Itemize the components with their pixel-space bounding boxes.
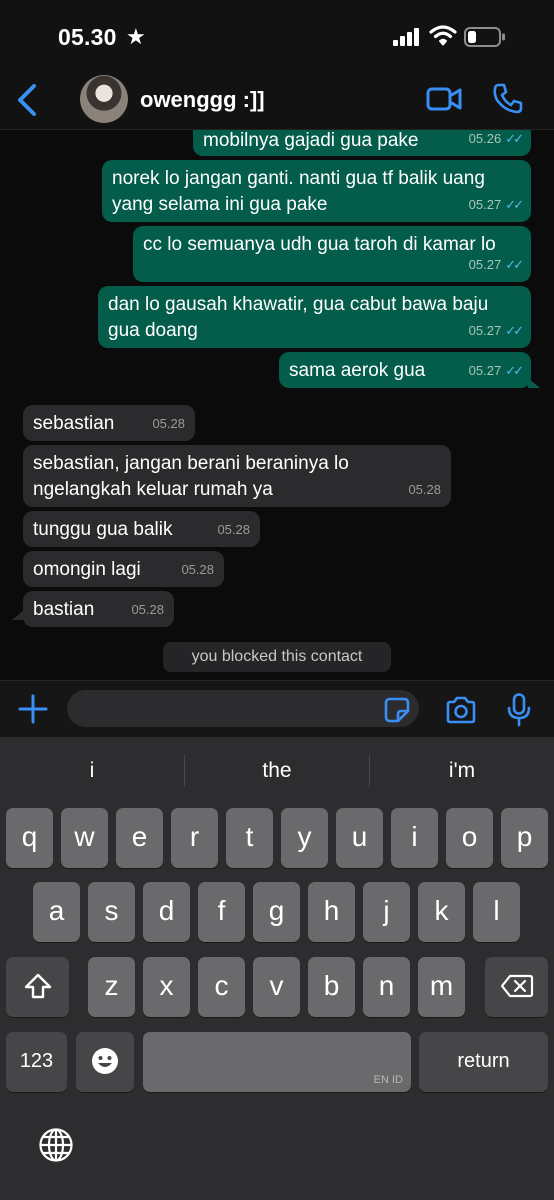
key-c[interactable]: c [198, 957, 245, 1017]
key-a[interactable]: a [33, 882, 80, 942]
message-bubble-outgoing[interactable]: dan lo gausah khawatir, gua cabut bawa b… [98, 286, 531, 348]
key-z[interactable]: z [88, 957, 135, 1017]
keyboard: i the i'm q w e r t y u i o p a s d f g … [0, 737, 554, 1200]
key-b[interactable]: b [308, 957, 355, 1017]
read-receipt-icon: ✓✓ [505, 323, 524, 338]
shift-icon [24, 973, 51, 998]
message-meta: 05.26 ✓✓ [468, 131, 524, 146]
globe-icon[interactable] [38, 1127, 74, 1163]
key-d[interactable]: d [143, 882, 190, 942]
suggestion-2[interactable]: the [185, 753, 369, 789]
backspace-icon [500, 974, 533, 997]
key-i[interactable]: i [391, 808, 438, 868]
message-meta: 05.28 [408, 482, 441, 497]
message-text: sebastian, jangan berani beraninya lo ng… [33, 453, 349, 500]
wifi-icon [429, 25, 457, 46]
read-receipt-icon: ✓✓ [505, 257, 524, 272]
key-o[interactable]: o [446, 808, 493, 868]
key-h[interactable]: h [308, 882, 355, 942]
message-meta: 05.28 [217, 522, 250, 537]
key-n[interactable]: n [363, 957, 410, 1017]
video-call-button[interactable] [426, 84, 462, 114]
message-bubble-incoming[interactable]: bastian 05.28 [23, 591, 174, 627]
back-button[interactable] [12, 80, 44, 120]
blocked-contact-notice[interactable]: you blocked this contact [163, 642, 391, 672]
key-t[interactable]: t [226, 808, 273, 868]
message-bubble-outgoing[interactable]: cc lo semuanya udh gua taroh di kamar lo… [133, 226, 531, 282]
key-p[interactable]: p [501, 808, 548, 868]
suggestion-3[interactable]: i'm [370, 753, 554, 789]
battery-icon [464, 27, 505, 47]
space-key[interactable]: EN ID [143, 1032, 411, 1092]
message-bubble-incoming[interactable]: sebastian, jangan berani beraninya lo ng… [23, 445, 451, 507]
composer-bar [0, 680, 554, 737]
key-w[interactable]: w [61, 808, 108, 868]
contact-name[interactable]: owenggg :]] [140, 87, 265, 113]
key-y[interactable]: y [281, 808, 328, 868]
message-text: cc lo semuanya udh gua taroh di kamar lo [143, 234, 496, 255]
microphone-button[interactable] [506, 693, 532, 727]
return-key[interactable]: return [419, 1032, 548, 1092]
key-u[interactable]: u [336, 808, 383, 868]
read-receipt-icon: ✓✓ [505, 131, 524, 146]
chat-header: owenggg :]] [0, 74, 554, 130]
key-k[interactable]: k [418, 882, 465, 942]
read-receipt-icon: ✓✓ [505, 197, 524, 212]
suggestion-1[interactable]: i [0, 753, 184, 789]
sticker-button[interactable] [384, 697, 410, 723]
message-bubble-incoming[interactable]: tunggu gua balik 05.28 [23, 511, 260, 547]
bubble-tail [528, 378, 540, 388]
message-meta: 05.27 ✓✓ [468, 257, 524, 272]
message-meta: 05.28 [181, 562, 214, 577]
message-meta: 05.27 ✓✓ [468, 197, 524, 212]
avatar[interactable] [80, 75, 128, 123]
message-input[interactable] [67, 690, 419, 727]
message-meta: 05.27 ✓✓ [468, 363, 524, 378]
message-meta: 05.27 ✓✓ [468, 323, 524, 338]
voice-call-button[interactable] [492, 82, 524, 114]
message-meta: 05.28 [152, 416, 185, 431]
key-j[interactable]: j [363, 882, 410, 942]
key-s[interactable]: s [88, 882, 135, 942]
key-l[interactable]: l [473, 882, 520, 942]
status-bar: 05.30 ★ [0, 0, 554, 74]
message-bubble-outgoing[interactable]: norek lo jangan ganti. nanti gua tf bali… [102, 160, 531, 222]
shift-key[interactable] [6, 957, 69, 1017]
key-r[interactable]: r [171, 808, 218, 868]
bubble-tail [12, 610, 24, 620]
message-bubble-incoming[interactable]: sebastian 05.28 [23, 405, 195, 441]
key-m[interactable]: m [418, 957, 465, 1017]
key-v[interactable]: v [253, 957, 300, 1017]
message-bubble-incoming[interactable]: omongin lagi 05.28 [23, 551, 224, 587]
status-time: 05.30 [58, 24, 117, 50]
star-icon: ★ [126, 24, 146, 49]
read-receipt-icon: ✓✓ [505, 363, 524, 378]
message-text: norek lo jangan ganti. nanti gua tf bali… [112, 168, 485, 215]
key-e[interactable]: e [116, 808, 163, 868]
camera-button[interactable] [445, 696, 477, 724]
emoji-key[interactable] [76, 1032, 134, 1092]
key-x[interactable]: x [143, 957, 190, 1017]
cellular-signal-icon [393, 28, 419, 46]
message-meta: 05.28 [131, 602, 164, 617]
emoji-icon [92, 1047, 118, 1074]
key-g[interactable]: g [253, 882, 300, 942]
language-indicator: EN ID [373, 1074, 403, 1086]
attach-plus-button[interactable] [18, 694, 48, 724]
message-bubble-outgoing[interactable]: sama aerok gua 05.27 ✓✓ [279, 352, 531, 388]
key-f[interactable]: f [198, 882, 245, 942]
message-list[interactable]: mobilnya gajadi gua pake 05.26 ✓✓ norek l… [0, 130, 554, 680]
delete-key[interactable] [485, 957, 548, 1017]
message-text: dan lo gausah khawatir, gua cabut bawa b… [108, 294, 489, 341]
key-q[interactable]: q [6, 808, 53, 868]
numbers-key[interactable]: 123 [6, 1032, 67, 1092]
message-bubble-outgoing[interactable]: mobilnya gajadi gua pake 05.26 ✓✓ [193, 130, 531, 156]
